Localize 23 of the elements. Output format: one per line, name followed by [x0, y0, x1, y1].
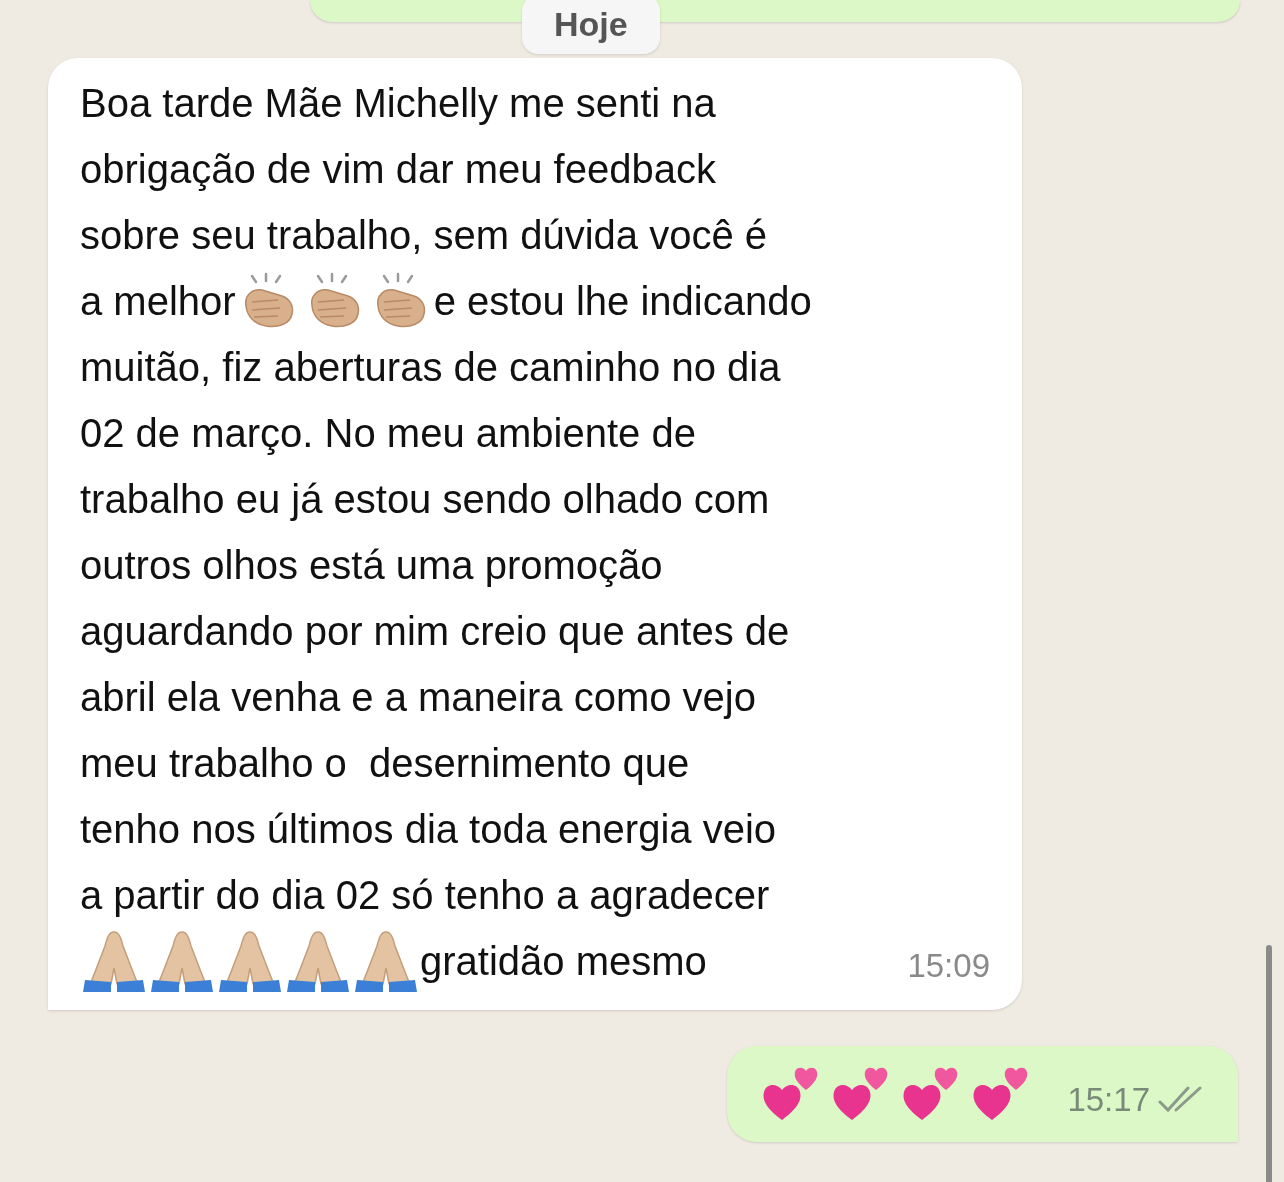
message-text: gratidão mesmo: [420, 938, 707, 985]
message-text: e estou lhe indicando: [433, 278, 812, 325]
message-text: abril ela venha e a maneira como vejo: [80, 674, 756, 721]
praying-hands-icon: [217, 928, 283, 994]
message-text: a partir do dia 02 só tenho a agradecer: [80, 872, 770, 919]
message-text: sobre seu trabalho, sem dúvida você é: [80, 212, 768, 259]
message-text: meu trabalho o desernimento que: [80, 740, 690, 787]
message-text: a melhor: [80, 278, 236, 325]
message-text: obrigação de vim dar meu feedback: [80, 146, 716, 193]
message-text: aguardando por mim creio que antes de: [80, 608, 790, 655]
message-text: muitão, fiz aberturas de caminho no dia: [80, 344, 781, 391]
message-text: 02 de março. No meu ambiente de: [80, 410, 696, 457]
message-text: outros olhos está uma promoção: [80, 542, 663, 589]
praying-hands-icon: [285, 928, 351, 994]
praying-hands-icon: [149, 928, 215, 994]
message-text: Boa tarde Mãe Michelly me senti na: [80, 80, 716, 127]
message-text: tenho nos últimos dia toda energia veio: [80, 806, 776, 853]
message-text: trabalho eu já estou sendo olhado com: [80, 476, 770, 523]
message-time: 15:09: [907, 945, 990, 986]
praying-hands-icon: [353, 928, 419, 994]
praying-hands-icon: [81, 928, 147, 994]
message-time: 15:17: [1067, 1079, 1150, 1120]
date-chip: Hoje: [522, 0, 660, 54]
